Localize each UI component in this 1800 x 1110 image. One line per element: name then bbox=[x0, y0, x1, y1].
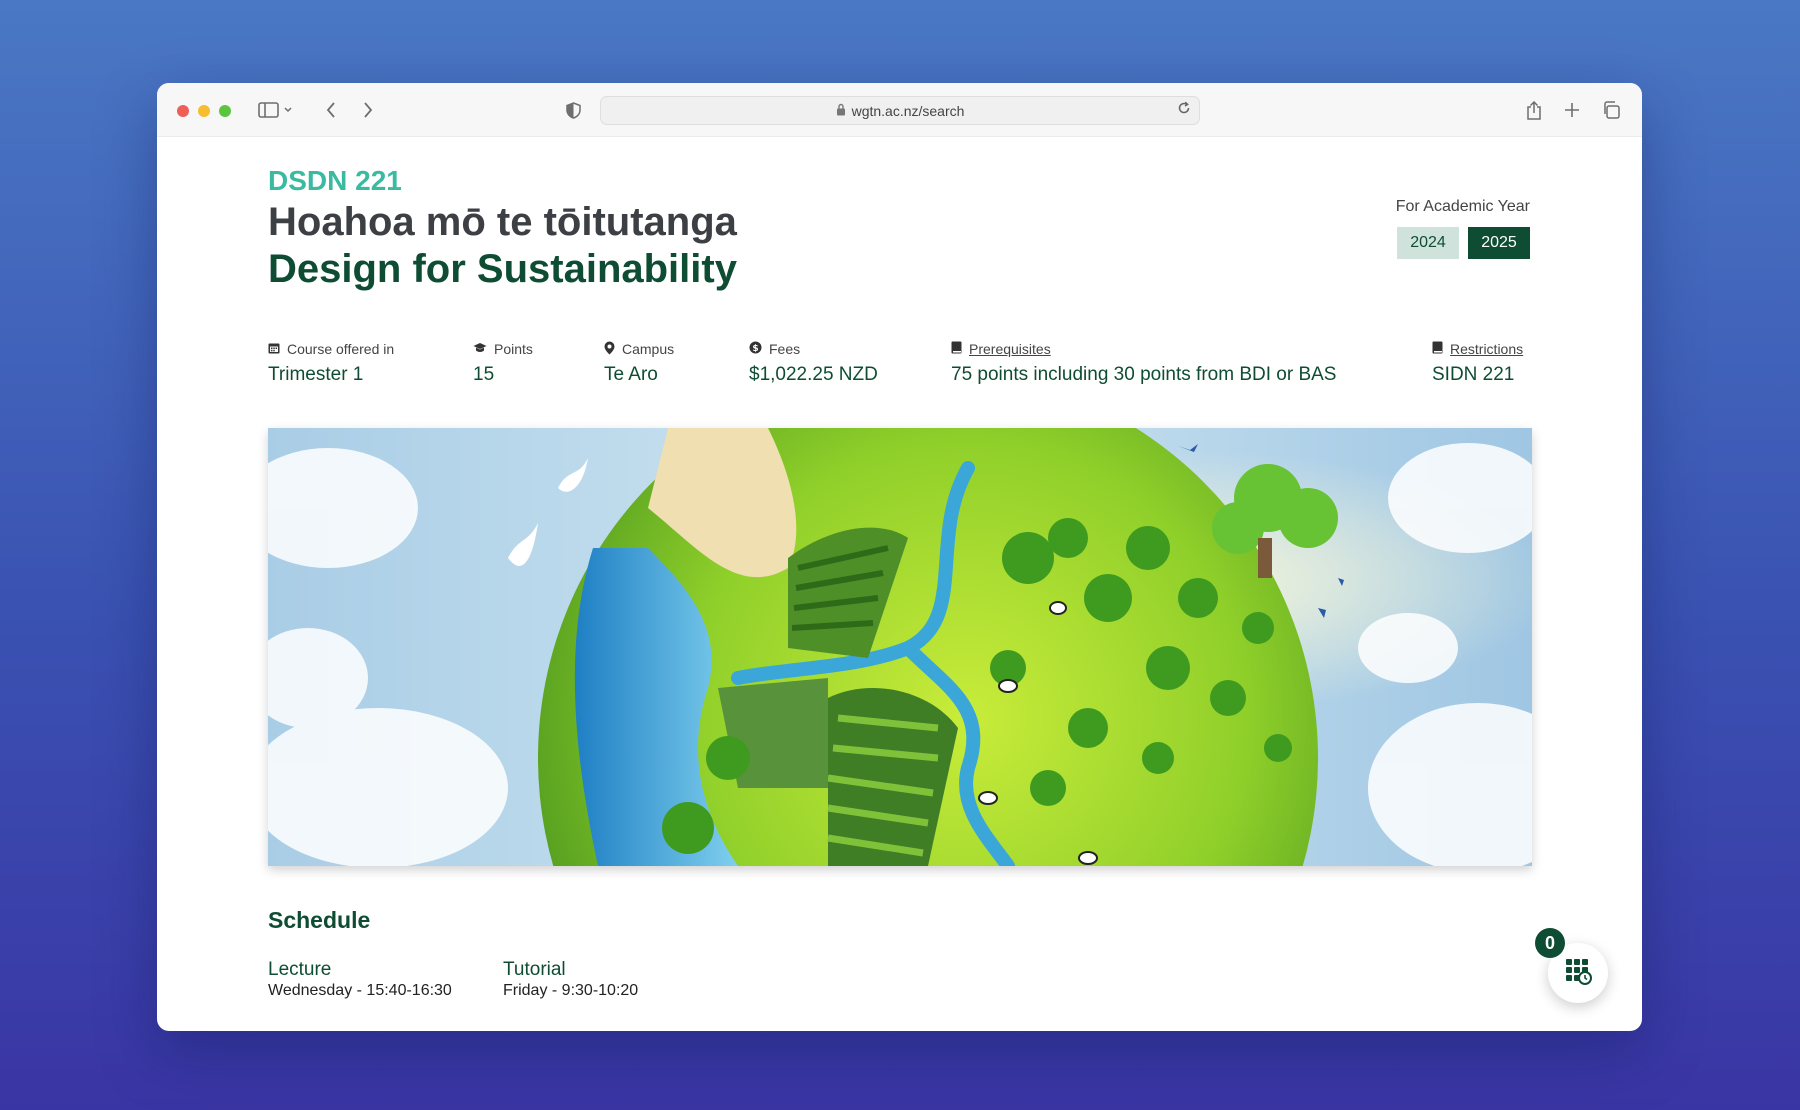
timetable-count-badge: 0 bbox=[1535, 928, 1565, 958]
svg-text:$: $ bbox=[752, 344, 758, 354]
zoom-window-button[interactable] bbox=[219, 105, 231, 117]
info-restrictions: Restrictions SIDN 221 bbox=[1432, 340, 1523, 386]
points-label: Points bbox=[494, 341, 533, 357]
lock-icon bbox=[836, 103, 846, 119]
course-offered-value: Trimester 1 bbox=[268, 364, 364, 385]
schedule-type: Lecture bbox=[268, 959, 332, 980]
schedule-heading: Schedule bbox=[268, 907, 371, 933]
restrictions-link[interactable]: Restrictions bbox=[1450, 341, 1523, 357]
course-offered-label: Course offered in bbox=[287, 341, 395, 357]
dollar-circle-icon: $ bbox=[749, 341, 762, 357]
info-campus: Campus Te Aro bbox=[604, 340, 674, 386]
address-bar[interactable]: wgtn.ac.nz/search bbox=[600, 96, 1200, 125]
year-2024-button[interactable]: 2024 bbox=[1397, 227, 1459, 259]
campus-value: Te Aro bbox=[604, 364, 658, 385]
fees-value: $1,022.25 NZD bbox=[749, 364, 878, 385]
timetable-grid-icon bbox=[1564, 957, 1592, 990]
book-icon bbox=[951, 341, 962, 357]
url-text: wgtn.ac.nz/search bbox=[851, 102, 965, 119]
campus-label: Campus bbox=[622, 341, 675, 357]
calendar-icon bbox=[268, 341, 280, 357]
browser-toolbar: wgtn.ac.nz/search bbox=[157, 83, 1642, 137]
info-course-offered: Course offered in Trimester 1 bbox=[268, 340, 394, 386]
academic-year-label: For Academic Year bbox=[1395, 198, 1530, 215]
book-icon bbox=[1432, 341, 1443, 357]
sidebar-toggle-icon[interactable] bbox=[258, 98, 292, 122]
map-pin-icon bbox=[604, 341, 615, 358]
prerequisites-value: 75 points including 30 points from BDI o… bbox=[951, 364, 1337, 385]
schedule-time: Wednesday - 15:40-16:30 bbox=[268, 982, 452, 999]
minimize-window-button[interactable] bbox=[198, 105, 210, 117]
graduation-cap-icon bbox=[473, 341, 487, 357]
info-points: Points 15 bbox=[473, 340, 533, 386]
prerequisites-link[interactable]: Prerequisites bbox=[969, 341, 1051, 357]
close-window-button[interactable] bbox=[177, 105, 189, 117]
schedule-item-tutorial: Tutorial Friday - 9:30-10:20 bbox=[503, 959, 638, 1000]
course-hero-image bbox=[268, 428, 1532, 866]
course-title-english: Design for Sustainability bbox=[268, 247, 737, 291]
info-prerequisites: Prerequisites 75 points including 30 poi… bbox=[951, 340, 1336, 386]
restrictions-value: SIDN 221 bbox=[1432, 364, 1515, 385]
course-code: DSDN 221 bbox=[268, 165, 402, 196]
earth-globe-illustration bbox=[268, 428, 1532, 866]
privacy-shield-icon[interactable] bbox=[564, 98, 582, 122]
schedule-type: Tutorial bbox=[503, 959, 566, 980]
reload-icon[interactable] bbox=[1177, 101, 1191, 118]
year-2025-button[interactable]: 2025 bbox=[1468, 227, 1530, 259]
forward-arrow-icon[interactable] bbox=[360, 98, 376, 122]
points-value: 15 bbox=[473, 364, 495, 385]
schedule-item-lecture: Lecture Wednesday - 15:40-16:30 bbox=[268, 959, 452, 1000]
new-tab-icon[interactable] bbox=[1562, 98, 1582, 122]
schedule-time: Friday - 9:30-10:20 bbox=[503, 982, 639, 999]
fees-label: Fees bbox=[769, 341, 801, 357]
course-title-maori: Hoahoa mō te tōitutanga bbox=[268, 200, 737, 244]
share-icon[interactable] bbox=[1524, 98, 1544, 122]
info-fees: $ Fees $1,022.25 NZD bbox=[749, 340, 878, 386]
back-arrow-icon[interactable] bbox=[323, 98, 339, 122]
tab-overview-icon[interactable] bbox=[1601, 98, 1621, 122]
browser-window: wgtn.ac.nz/search DSDN 221 Hoahoa mō te … bbox=[157, 83, 1642, 1031]
